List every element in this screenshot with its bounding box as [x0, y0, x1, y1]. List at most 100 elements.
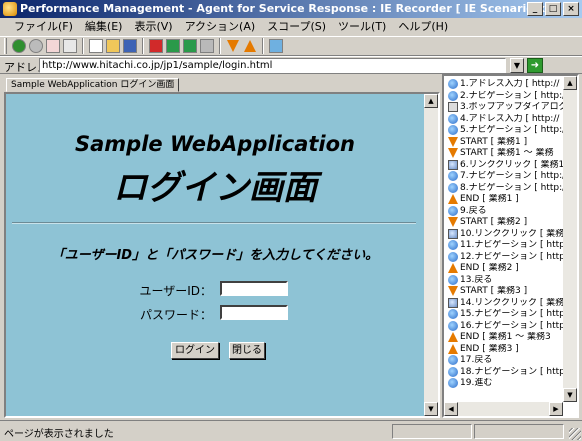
- userid-input[interactable]: [220, 281, 288, 296]
- minimize-button[interactable]: _: [527, 2, 543, 16]
- tree-item[interactable]: END [ 業務2 ]: [448, 263, 568, 274]
- export-icon[interactable]: [269, 39, 283, 53]
- tree-scroll-right-icon[interactable]: ▶: [549, 402, 563, 416]
- toolbar-separator: [82, 38, 84, 54]
- web-vertical-scrollbar[interactable]: ▲ ▼: [424, 94, 438, 416]
- menu-file[interactable]: ファイル(F): [8, 18, 79, 36]
- menu-help[interactable]: ヘルプ(H): [392, 18, 454, 36]
- address-dropdown-icon[interactable]: ▼: [510, 58, 524, 73]
- web-content-pane: Sample WebApplication ログイン画面 「ユーザーID」と「パ…: [4, 92, 440, 418]
- login-button[interactable]: ログイン: [171, 342, 219, 359]
- stop-icon[interactable]: [46, 39, 60, 53]
- menu-tools[interactable]: ツール(T): [332, 18, 392, 36]
- tree-item[interactable]: 4.アドレス入力 [ http://: [448, 113, 568, 125]
- tree-item[interactable]: 16.ナビゲーション [ http://: [448, 320, 568, 332]
- play-icon[interactable]: [166, 39, 180, 53]
- menu-edit[interactable]: 編集(E): [79, 18, 129, 36]
- scroll-down-icon[interactable]: ▼: [424, 402, 438, 416]
- tree-item-label: 1.アドレス入力 [ http://: [460, 79, 560, 89]
- tree-item[interactable]: START [ 業務2 ]: [448, 217, 568, 228]
- address-input[interactable]: http://www.hitachi.co.jp/jp1/sample/logi…: [39, 58, 506, 73]
- link-click-icon: [448, 159, 458, 170]
- ie-page-icon: [448, 205, 458, 216]
- tree-item-label: 2.ナビゲーション [ http://: [460, 90, 568, 101]
- down-arrow-icon[interactable]: [227, 40, 239, 52]
- tree-item-label: 3.ポップアップダイアログ: [460, 102, 568, 112]
- tree-item[interactable]: 1.アドレス入力 [ http://: [448, 79, 568, 90]
- tree-item[interactable]: 3.ポップアップダイアログ: [448, 102, 568, 113]
- tree-item[interactable]: 15.ナビゲーション [ http://: [448, 309, 568, 320]
- tree-item-label: 7.ナビゲーション [ http://: [460, 171, 568, 181]
- tree-item-label: 17.戻る: [460, 355, 493, 365]
- login-instruction: 「ユーザーID」と「パスワード」を入力してください。: [51, 248, 379, 263]
- tree-item[interactable]: 8.ナビゲーション [ http://: [448, 182, 568, 194]
- ie-page-icon: [448, 251, 458, 262]
- close-page-button[interactable]: 閉じる: [229, 342, 265, 359]
- userid-label: ユーザーID：: [139, 284, 212, 298]
- tree-scroll-down-icon[interactable]: ▼: [563, 388, 577, 402]
- link-click-icon: [448, 297, 458, 308]
- tree-item[interactable]: 12.ナビゲーション [ http://: [448, 251, 568, 263]
- tree-item[interactable]: 5.ナビゲーション [ http://: [448, 125, 568, 136]
- resize-grip[interactable]: [569, 428, 581, 440]
- save-icon[interactable]: [123, 39, 137, 53]
- tree-item[interactable]: 6.リンククリック [ 業務1 ]: [448, 159, 568, 171]
- record-icon[interactable]: [149, 39, 163, 53]
- ie-page-icon: [448, 240, 458, 250]
- tree-item[interactable]: START [ 業務1 ]: [448, 136, 568, 148]
- new-icon[interactable]: [89, 39, 103, 53]
- tree-item[interactable]: START [ 業務3 ]: [448, 286, 568, 297]
- go-button[interactable]: ➜: [527, 58, 543, 73]
- tree-item[interactable]: 14.リンククリック [ 業務3 ]: [448, 297, 568, 309]
- menu-bar: ファイル(F) 編集(E) 表示(V) アクション(A) スコープ(S) ツール…: [0, 18, 582, 36]
- tree-item[interactable]: 2.ナビゲーション [ http://: [448, 90, 568, 102]
- menu-view[interactable]: 表示(V): [128, 18, 178, 36]
- tree-item[interactable]: 7.ナビゲーション [ http://: [448, 171, 568, 182]
- tree-item-label: 10.リンククリック [ 業務2 ]: [460, 228, 568, 239]
- close-button[interactable]: ×: [563, 2, 579, 16]
- tree-item[interactable]: END [ 業務1 ～ 業務3: [448, 332, 568, 343]
- tree-item-label: 15.ナビゲーション [ http://: [460, 309, 568, 319]
- up-arrow-icon[interactable]: [244, 40, 256, 52]
- back-icon[interactable]: [12, 39, 26, 53]
- tree-item[interactable]: 17.戻る: [448, 355, 568, 366]
- status-text: ページが表示されました: [4, 429, 114, 440]
- tree-item[interactable]: 9.戻る: [448, 205, 568, 217]
- tree-item-label: 14.リンククリック [ 業務3 ]: [460, 297, 568, 308]
- tree-item-label: 8.ナビゲーション [ http://: [460, 182, 568, 193]
- tree-scroll-left-icon[interactable]: ◀: [444, 402, 458, 416]
- scenario-tree-pane: 1.アドレス入力 [ http://2.ナビゲーション [ http://3.ポ…: [442, 74, 579, 418]
- tree-item[interactable]: 11.ナビゲーション [ http://: [448, 240, 568, 251]
- refresh-icon[interactable]: [63, 39, 77, 53]
- scroll-up-icon[interactable]: ▲: [424, 94, 438, 108]
- window-controls: _ □ ×: [527, 2, 579, 16]
- tree-item-label: END [ 業務1 ～ 業務3: [460, 332, 551, 342]
- tree-item[interactable]: END [ 業務1 ]: [448, 194, 568, 205]
- tree-item[interactable]: START [ 業務1 ～ 業務: [448, 148, 568, 159]
- ie-page-icon: [448, 320, 458, 331]
- tree-horizontal-scrollbar[interactable]: ◀ ▶: [444, 402, 563, 416]
- tree-item-label: START [ 業務1 ]: [460, 136, 528, 147]
- tree-item[interactable]: 10.リンククリック [ 業務2 ]: [448, 228, 568, 240]
- menu-scope[interactable]: スコープ(S): [261, 18, 332, 36]
- maximize-button[interactable]: □: [545, 2, 561, 16]
- tree-item[interactable]: 18.ナビゲーション [ http://: [448, 366, 568, 378]
- end-arrow-icon: [448, 343, 458, 354]
- address-bar: アドレス(D) http://www.hitachi.co.jp/jp1/sam…: [0, 56, 582, 74]
- status-panel: [474, 424, 564, 439]
- tree-item-label: 18.ナビゲーション [ http://: [460, 366, 568, 377]
- ie-page-icon: [448, 90, 458, 101]
- tree-vertical-scrollbar[interactable]: ▲ ▼: [563, 76, 577, 402]
- pause-icon[interactable]: [200, 39, 214, 53]
- tree-scroll-up-icon[interactable]: ▲: [563, 76, 577, 90]
- open-icon[interactable]: [106, 39, 120, 53]
- tree-item[interactable]: 19.進む: [448, 378, 568, 389]
- toolbar-separator: [262, 38, 264, 54]
- password-input[interactable]: [220, 305, 288, 320]
- tree-item[interactable]: END [ 業務3 ]: [448, 343, 568, 355]
- menu-action[interactable]: アクション(A): [179, 18, 262, 36]
- tab-login-page[interactable]: Sample WebApplication ログイン画面: [6, 78, 180, 92]
- tree-item[interactable]: 13.戻る: [448, 274, 568, 286]
- step-icon[interactable]: [183, 39, 197, 53]
- forward-icon[interactable]: [29, 39, 43, 53]
